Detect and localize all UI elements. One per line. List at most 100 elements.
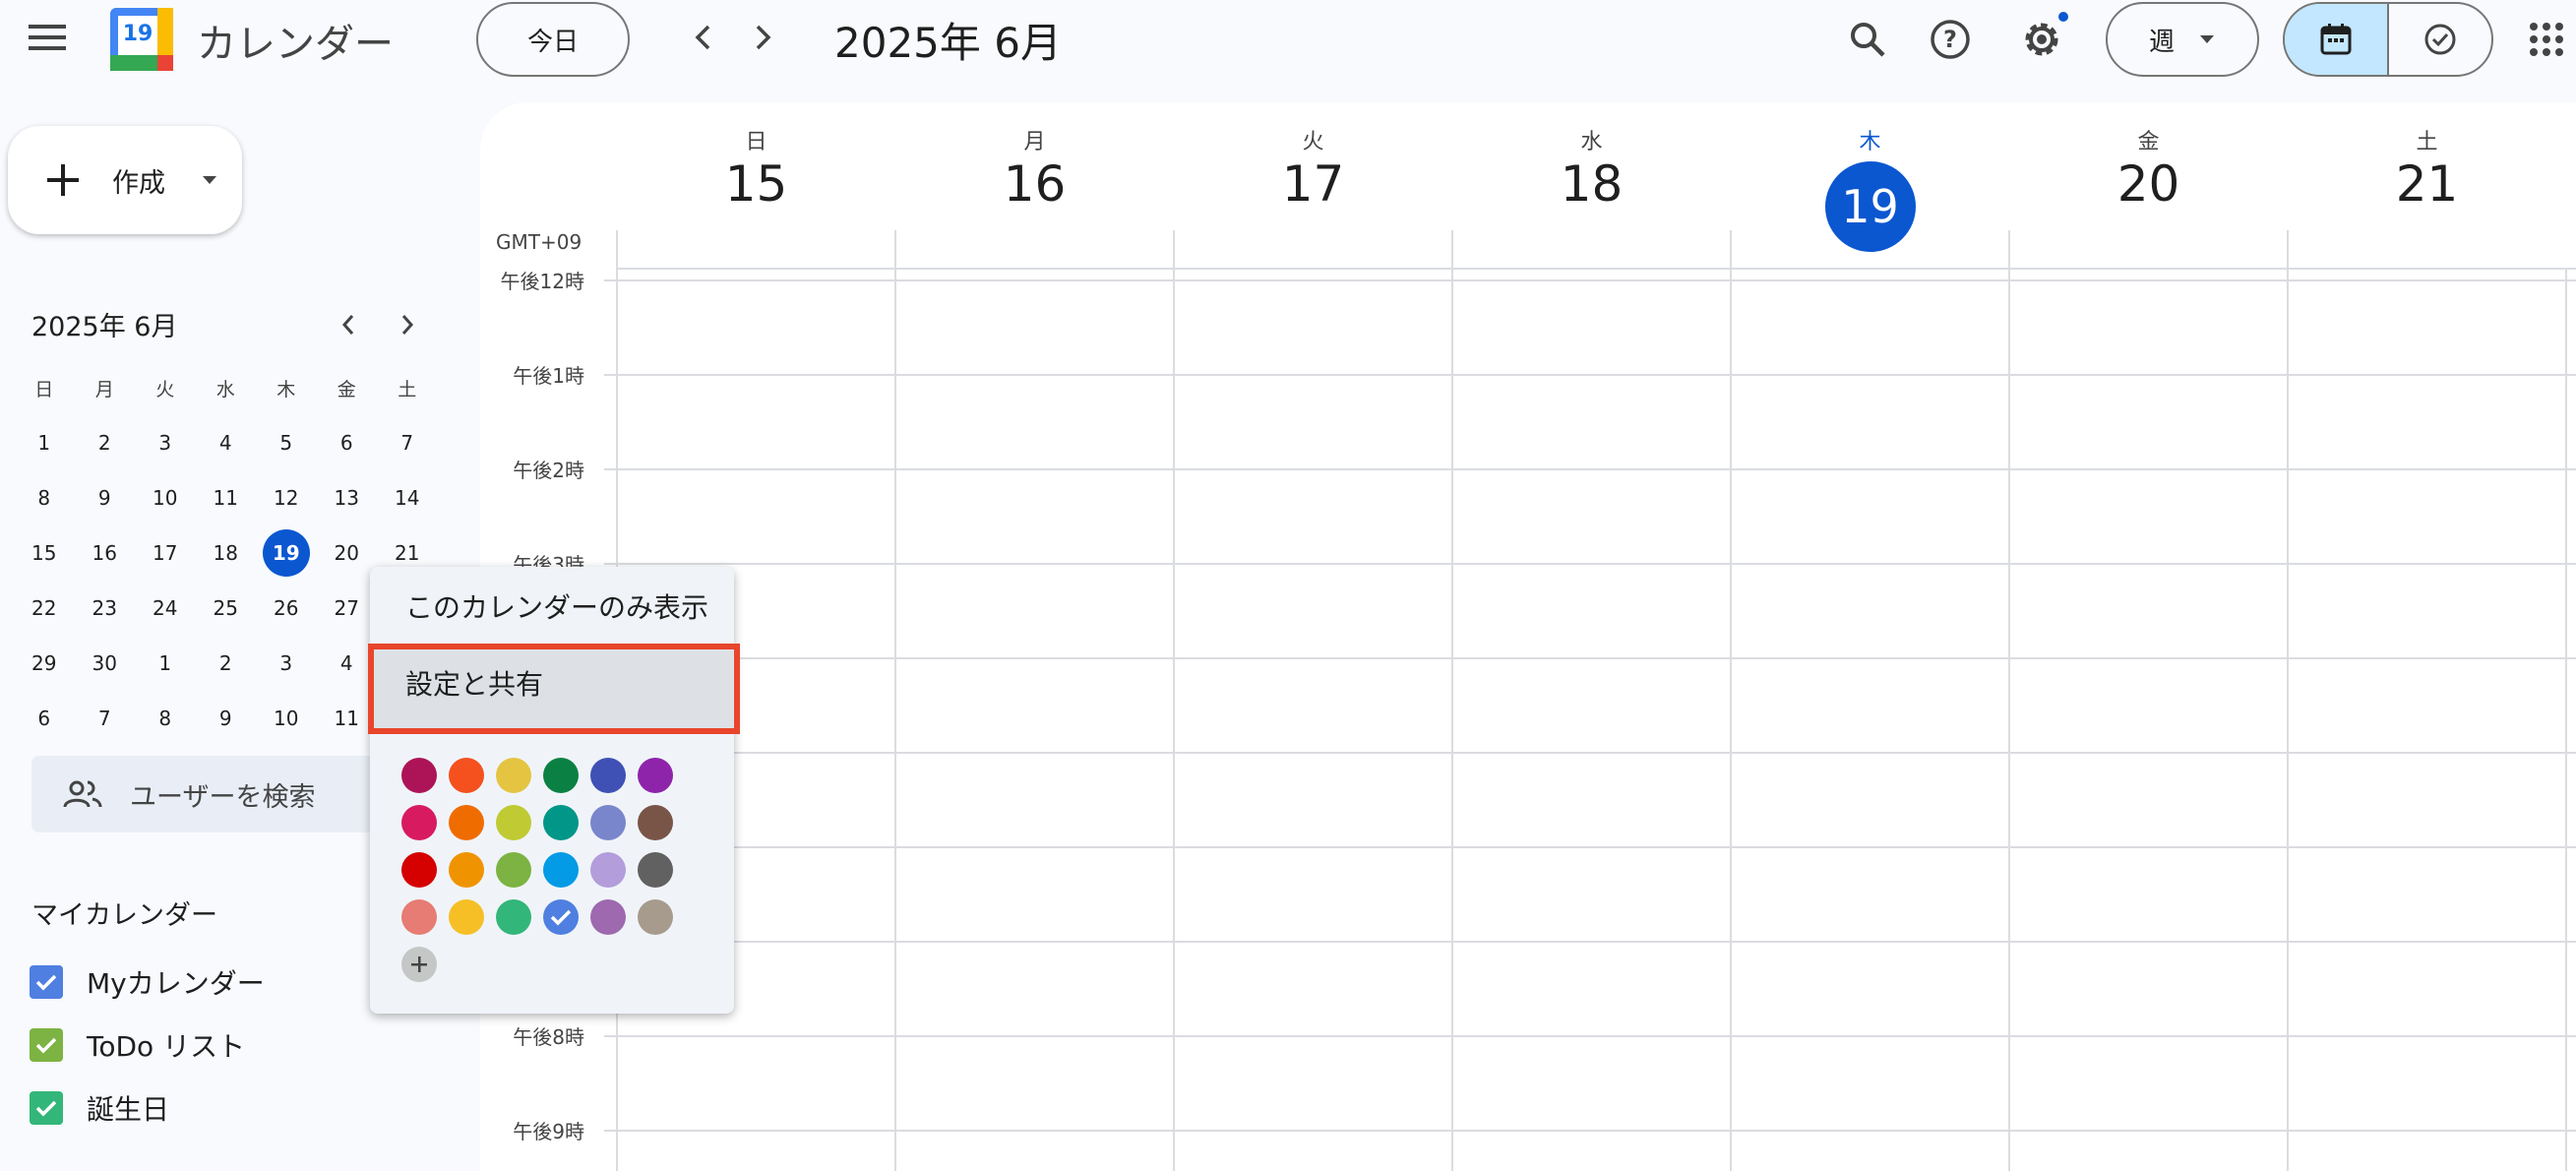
header-divider (1173, 230, 1175, 270)
day-number[interactable]: 15 (617, 155, 895, 213)
checkbox-checked-icon[interactable] (30, 1028, 63, 1062)
color-swatch[interactable] (449, 852, 484, 888)
calendar-item-todo[interactable]: ToDo リスト (30, 1025, 245, 1065)
mini-day[interactable]: 9 (75, 486, 136, 510)
mini-day[interactable]: 10 (256, 707, 317, 730)
prev-week-icon[interactable] (679, 14, 726, 61)
help-icon[interactable]: ? (1923, 14, 1978, 65)
color-swatch[interactable] (590, 899, 626, 935)
menu-item-show-only[interactable]: このカレンダーのみ表示 (370, 567, 734, 646)
mini-day[interactable]: 21 (377, 541, 438, 565)
day-number[interactable]: 17 (1174, 155, 1452, 213)
mini-day[interactable]: 4 (196, 431, 257, 455)
color-swatch[interactable] (543, 758, 579, 793)
color-swatch[interactable] (496, 805, 531, 840)
calendar-view-icon[interactable] (2285, 4, 2389, 75)
mini-day[interactable]: 7 (75, 707, 136, 730)
mini-prev-month-icon[interactable] (329, 305, 368, 344)
color-swatch[interactable] (449, 899, 484, 935)
color-swatch[interactable] (449, 805, 484, 840)
add-custom-color-icon[interactable] (401, 947, 437, 982)
apps-grid-icon[interactable] (2529, 22, 2564, 57)
mini-day[interactable]: 8 (135, 707, 196, 730)
day-number[interactable]: 19 (1824, 161, 1916, 252)
mini-day[interactable]: 27 (317, 596, 378, 620)
mini-day-label: 3 (158, 431, 172, 455)
color-swatch[interactable] (449, 758, 484, 793)
mini-day[interactable]: 7 (377, 431, 438, 455)
mini-day[interactable]: 22 (14, 596, 75, 620)
create-button[interactable]: 作成 (8, 126, 242, 234)
mini-day[interactable]: 11 (196, 486, 257, 510)
calendar-item-birthday[interactable]: 誕生日 (30, 1088, 169, 1128)
mini-day[interactable]: 13 (317, 486, 378, 510)
mini-day[interactable]: 6 (14, 707, 75, 730)
color-swatch[interactable] (638, 805, 673, 840)
tasks-view-icon[interactable] (2389, 4, 2491, 75)
mini-day[interactable]: 24 (135, 596, 196, 620)
view-selector[interactable]: 週 (2106, 2, 2259, 77)
color-swatch[interactable] (590, 758, 626, 793)
settings-gear-icon[interactable] (2013, 12, 2070, 67)
mini-day[interactable]: 30 (75, 651, 136, 675)
mini-day[interactable]: 9 (196, 707, 257, 730)
mini-day[interactable]: 18 (196, 541, 257, 565)
highlight-annotation-box (368, 644, 740, 734)
mini-day[interactable]: 6 (317, 431, 378, 455)
my-calendars-title[interactable]: マイカレンダー (31, 894, 217, 932)
mini-day[interactable]: 26 (256, 596, 317, 620)
mini-day[interactable]: 17 (135, 541, 196, 565)
mini-day[interactable]: 25 (196, 596, 257, 620)
mini-day[interactable]: 20 (317, 541, 378, 565)
main-menu-icon[interactable] (20, 10, 75, 65)
color-swatch[interactable] (401, 805, 437, 840)
color-swatch[interactable] (496, 758, 531, 793)
color-swatch[interactable] (496, 899, 531, 935)
mini-day[interactable]: 3 (256, 651, 317, 675)
mini-day[interactable]: 16 (75, 541, 136, 565)
mini-day[interactable]: 29 (14, 651, 75, 675)
people-icon (63, 780, 102, 808)
next-week-icon[interactable] (740, 14, 787, 61)
color-swatch[interactable] (401, 758, 437, 793)
day-number[interactable]: 21 (2288, 155, 2566, 213)
color-swatch[interactable] (543, 899, 579, 935)
checkbox-checked-icon[interactable] (30, 965, 63, 999)
mini-day[interactable]: 10 (135, 486, 196, 510)
mini-day[interactable]: 14 (377, 486, 438, 510)
mini-day[interactable]: 1 (135, 651, 196, 675)
color-swatch[interactable] (401, 852, 437, 888)
color-swatch[interactable] (638, 852, 673, 888)
mini-day[interactable]: 2 (196, 651, 257, 675)
hour-line (604, 1130, 2576, 1132)
mini-day[interactable]: 3 (135, 431, 196, 455)
color-swatch[interactable] (638, 758, 673, 793)
calendar-logo: 19 (110, 8, 173, 71)
search-icon[interactable] (1840, 14, 1895, 65)
header-divider (894, 230, 896, 270)
mini-day[interactable]: 2 (75, 431, 136, 455)
mini-day[interactable]: 12 (256, 486, 317, 510)
color-swatch[interactable] (638, 899, 673, 935)
mini-day[interactable]: 19 (256, 529, 317, 577)
search-people-input[interactable]: ユーザーを検索 (31, 756, 396, 832)
calendar-item-my[interactable]: Myカレンダー (30, 962, 265, 1002)
mini-day[interactable]: 23 (75, 596, 136, 620)
day-number[interactable]: 16 (895, 155, 1174, 213)
checkbox-checked-icon[interactable] (30, 1091, 63, 1125)
color-swatch[interactable] (401, 899, 437, 935)
mini-day[interactable]: 15 (14, 541, 75, 565)
color-swatch[interactable] (543, 852, 579, 888)
color-swatch[interactable] (590, 805, 626, 840)
mini-day[interactable]: 8 (14, 486, 75, 510)
mini-day[interactable]: 5 (256, 431, 317, 455)
hour-line (604, 374, 2576, 376)
mini-day[interactable]: 1 (14, 431, 75, 455)
color-swatch[interactable] (590, 852, 626, 888)
day-number[interactable]: 20 (2009, 155, 2288, 213)
day-number[interactable]: 18 (1452, 155, 1731, 213)
color-swatch[interactable] (543, 805, 579, 840)
mini-next-month-icon[interactable] (388, 305, 427, 344)
color-swatch[interactable] (496, 852, 531, 888)
today-button[interactable]: 今日 (476, 2, 630, 77)
